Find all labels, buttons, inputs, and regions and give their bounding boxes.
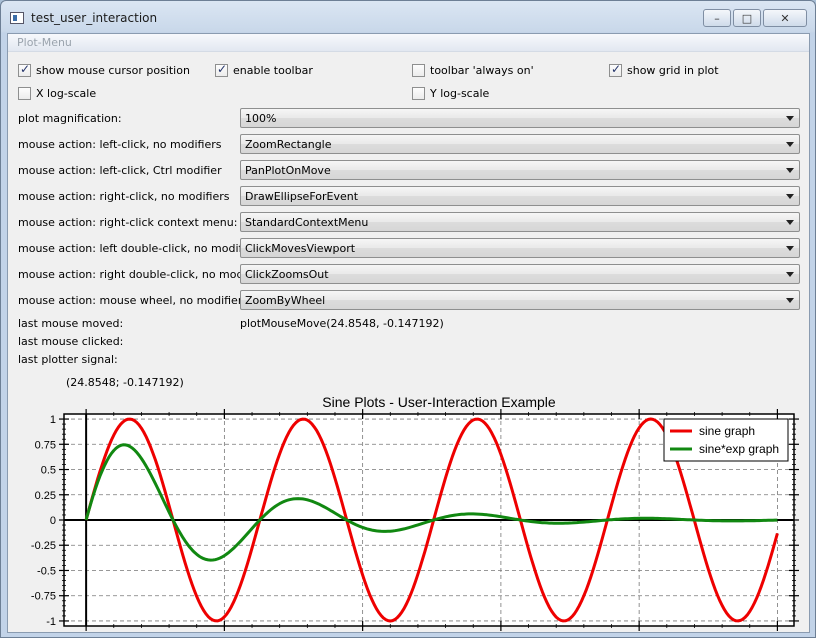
chevron-down-icon [786, 194, 794, 199]
combo-value: DrawEllipseForEvent [245, 190, 359, 203]
checkbox-toolbar-always-on[interactable]: toolbar 'always on' [412, 64, 534, 77]
x-tick-label: 20 [633, 633, 645, 634]
value-last-mouse-moved: plotMouseMove(24.8548, -0.147192) [240, 317, 444, 330]
label-left-click-ctrl: mouse action: left-click, Ctrl modifier [18, 164, 222, 177]
checkbox-show-mouse-position[interactable]: show mouse cursor position [18, 62, 190, 77]
chevron-down-icon [786, 220, 794, 225]
label-context-menu: mouse action: right-click context menu: [18, 216, 238, 229]
checkbox-label: enable toolbar [233, 64, 313, 77]
sine-chart[interactable]: Sine Plots - User-Interaction Example -1 -… [8, 390, 809, 637]
legend-label: sine graph [699, 424, 755, 438]
combo-value: ZoomRectangle [245, 138, 332, 151]
combo-value: StandardContextMenu [245, 216, 369, 229]
checkbox-box[interactable] [412, 87, 425, 100]
combo-left-click[interactable]: ZoomRectangle [240, 134, 800, 154]
label-last-mouse-moved: last mouse moved: [18, 317, 124, 330]
close-button[interactable]: ✕ [763, 9, 807, 27]
chart-title: Sine Plots - User-Interaction Example [322, 394, 556, 410]
y-tick-label: 1 [50, 414, 56, 426]
maximize-button[interactable]: □ [733, 9, 761, 27]
chevron-down-icon [786, 116, 794, 121]
label-left-double-click: mouse action: left double-click, no modi… [18, 242, 263, 255]
checkbox-show-grid[interactable]: show grid in plot [609, 62, 719, 77]
combo-value: PanPlotOnMove [245, 164, 331, 177]
checkbox-enable-toolbar[interactable]: enable toolbar [215, 62, 313, 77]
maximize-icon: □ [741, 12, 753, 25]
plot-widget[interactable]: Sine Plots - User-Interaction Example -1 -… [8, 390, 809, 637]
minimize-button[interactable]: – [703, 9, 731, 27]
x-tick-label: 15 [495, 633, 507, 634]
y-tick-label: -0.75 [31, 591, 56, 603]
combo-mouse-wheel[interactable]: ZoomByWheel [240, 290, 800, 310]
client-area: Plot-Menu show mouse cursor position ena… [7, 33, 810, 637]
label-plot-magnification: plot magnification: [18, 112, 122, 125]
checkbox-y-log-scale[interactable]: Y log-scale [412, 87, 489, 100]
checkbox-label: Y log-scale [430, 87, 490, 100]
y-tick-label: -0.5 [37, 565, 56, 577]
combo-right-click[interactable]: DrawEllipseForEvent [240, 186, 800, 206]
window-title: test_user_interaction [31, 11, 158, 25]
chevron-down-icon [786, 246, 794, 251]
menu-bar: Plot-Menu [8, 34, 809, 52]
checkbox-label: toolbar 'always on' [430, 64, 534, 77]
label-right-double-click: mouse action: right double-click, no mod… [18, 268, 271, 281]
y-tick-label: 0 [50, 515, 56, 527]
checkbox-box[interactable] [609, 62, 622, 77]
combo-right-double-click[interactable]: ClickZoomsOut [240, 264, 800, 284]
legend: sine graph sine*exp graph [663, 418, 789, 462]
label-left-click: mouse action: left-click, no modifiers [18, 138, 222, 151]
checkbox-label: show grid in plot [627, 64, 719, 77]
label-mouse-wheel: mouse action: mouse wheel, no modifiers [18, 294, 249, 307]
label-last-mouse-clicked: last mouse clicked: [18, 335, 124, 348]
checkbox-label: show mouse cursor position [36, 64, 190, 77]
combo-value: ClickZoomsOut [245, 268, 329, 281]
checkbox-box[interactable] [18, 87, 31, 100]
chevron-down-icon [786, 272, 794, 277]
y-tick-label: -1 [46, 616, 56, 628]
checkbox-label: X log-scale [36, 87, 97, 100]
chevron-down-icon [786, 168, 794, 173]
combo-left-double-click[interactable]: ClickMovesViewport [240, 238, 800, 258]
chevron-down-icon [786, 298, 794, 303]
app-icon [10, 12, 24, 24]
checkbox-x-log-scale[interactable]: X log-scale [18, 87, 96, 100]
label-right-click: mouse action: right-click, no modifiers [18, 190, 230, 203]
combo-value: 100% [245, 112, 277, 125]
menu-plot[interactable]: Plot-Menu [17, 36, 72, 49]
checkbox-box[interactable] [215, 62, 228, 77]
cursor-position-readout: (24.8548; -0.147192) [66, 376, 184, 389]
y-tick-label: 0.25 [35, 490, 56, 502]
y-tick-label: 0.5 [41, 465, 56, 477]
checkbox-box[interactable] [18, 62, 31, 77]
legend-label: sine*exp graph [699, 442, 779, 456]
x-tick-label: 10 [357, 633, 369, 634]
combo-plot-magnification[interactable]: 100% [240, 108, 800, 128]
combo-context-menu[interactable]: StandardContextMenu [240, 212, 800, 232]
combo-left-click-ctrl[interactable]: PanPlotOnMove [240, 160, 800, 180]
label-last-plotter-signal: last plotter signal: [18, 353, 118, 366]
combo-value: ClickMovesViewport [245, 242, 356, 255]
combo-value: ZoomByWheel [245, 294, 326, 307]
checkbox-box[interactable] [412, 64, 425, 77]
y-tick-label: 0.75 [35, 439, 56, 451]
x-tick-label: 0 [83, 633, 89, 634]
y-tick-label: -0.25 [31, 540, 56, 552]
app-window: test_user_interaction – □ ✕ Plot-Menu sh… [0, 0, 816, 638]
title-bar[interactable]: test_user_interaction – □ ✕ [1, 1, 815, 33]
close-icon: ✕ [780, 12, 790, 25]
x-tick-label: 5 [221, 633, 227, 634]
minimize-icon: – [714, 12, 720, 25]
chevron-down-icon [786, 142, 794, 147]
x-tick-label: 25 [771, 633, 783, 634]
